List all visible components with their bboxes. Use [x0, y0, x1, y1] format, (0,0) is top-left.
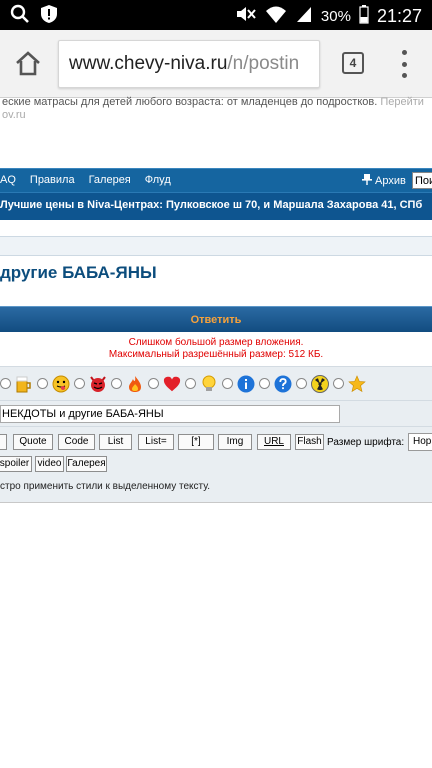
breadcrumb-bar [0, 236, 432, 256]
font-size-label: Размер шрифта: [327, 437, 405, 448]
mute-icon [235, 4, 257, 28]
post-icon-selector [0, 366, 432, 400]
gallery-button[interactable]: Галерея [66, 456, 107, 472]
list-button[interactable]: List [99, 434, 132, 450]
battery-percent: 30% [320, 7, 351, 25]
ad-text: еские матрасы для детей любого возраста:… [2, 96, 378, 108]
info-icon [237, 375, 255, 393]
list-numbered-button[interactable]: List= [138, 434, 174, 450]
post-icon-radio[interactable] [185, 378, 196, 389]
error-line-2: Максимальный разрешённый размер: 512 КБ. [108, 349, 324, 360]
subject-row: НЕКДОТЫ и другие БАБА-ЯНЫ [0, 400, 432, 426]
radioactive-icon [311, 374, 329, 393]
page-title[interactable]: другие БАБА-ЯНЫ [0, 263, 157, 283]
ad-banner[interactable]: еские матрасы для детей любого возраста:… [0, 96, 432, 124]
error-message: Слишком большой размер вложения. Максима… [0, 335, 432, 365]
url-path: /n/postin [227, 53, 300, 74]
video-button[interactable]: video [35, 456, 64, 472]
fire-icon [126, 375, 144, 393]
img-button[interactable]: Img [218, 434, 252, 450]
nav-item-flood[interactable]: Флуд [145, 174, 171, 186]
alert-shield-icon [40, 4, 58, 29]
signal-icon [295, 4, 313, 28]
post-icon-radio[interactable] [296, 378, 307, 389]
nav-item-rules[interactable]: Правила [30, 174, 75, 186]
post-icon-radio[interactable] [259, 378, 270, 389]
overflow-menu-icon[interactable] [398, 50, 410, 78]
pin-icon [362, 174, 372, 188]
url-button[interactable]: URL [257, 434, 291, 450]
battery-icon [359, 4, 369, 28]
tab-switcher-button[interactable]: 4 [342, 52, 364, 74]
url-host: www.chevy-niva.ru [69, 53, 228, 74]
beer-icon [15, 375, 33, 393]
home-icon[interactable] [14, 50, 42, 78]
url-bar[interactable]: www.chevy-niva.ru/n/postin [58, 40, 320, 88]
bbcode-hint: стро применить стили к выделенному текст… [0, 481, 210, 492]
flash-button[interactable]: Flash [295, 434, 324, 450]
post-icon-radio[interactable] [37, 378, 48, 389]
code-button[interactable]: Code [58, 434, 95, 450]
reply-header: Ответить [0, 306, 432, 332]
subject-input[interactable]: НЕКДОТЫ и другие БАБА-ЯНЫ [0, 405, 340, 423]
font-size-select[interactable]: Нор [408, 433, 432, 451]
nav-item-faq[interactable]: AQ [0, 174, 16, 186]
nav-item-gallery[interactable]: Галерея [89, 174, 131, 186]
forum-search-input[interactable]: Поис [412, 172, 432, 189]
post-icon-radio[interactable] [148, 378, 159, 389]
tongue-smiley-icon [52, 375, 70, 393]
question-icon [274, 375, 292, 393]
post-icon-radio[interactable] [333, 378, 344, 389]
promo-banner[interactable]: Лучшие цены в Niva-Центрах: Пулковское ш… [0, 192, 432, 220]
spoiler-button[interactable]: spoiler [0, 456, 32, 472]
quote-button[interactable]: Quote [13, 434, 53, 450]
star-icon [348, 374, 366, 393]
list-item-button[interactable]: [*] [178, 434, 214, 450]
search-icon [10, 4, 30, 29]
archive-link[interactable]: Архив [362, 174, 406, 188]
status-bar: 30% 21:27 [0, 0, 432, 30]
post-icon-radio[interactable] [74, 378, 85, 389]
clock: 21:27 [376, 5, 422, 26]
ad-domain: ov.ru [2, 109, 26, 121]
forum-navbar: AQ Правила Галерея Флуд Архив Поис [0, 168, 432, 192]
post-icon-radio[interactable] [222, 378, 233, 389]
post-icon-radio[interactable] [111, 378, 122, 389]
underline-button[interactable] [0, 434, 7, 450]
ad-link[interactable]: Перейти [380, 96, 424, 108]
screen: 30% 21:27 www.chevy-niva.ru/n/postin 4 е… [0, 0, 432, 768]
heart-icon [163, 375, 181, 393]
archive-label: Архив [375, 175, 406, 187]
message-textarea[interactable] [0, 502, 432, 768]
post-icon-radio[interactable] [0, 378, 11, 389]
lightbulb-icon [200, 375, 218, 393]
bbcode-toolbar: Quote Code List List= [*] Img URL Flash … [0, 426, 432, 502]
browser-toolbar: www.chevy-niva.ru/n/postin 4 [0, 30, 432, 98]
error-line-1: Слишком большой размер вложения. [128, 337, 304, 348]
wifi-icon [265, 4, 287, 28]
devil-icon [89, 375, 107, 393]
